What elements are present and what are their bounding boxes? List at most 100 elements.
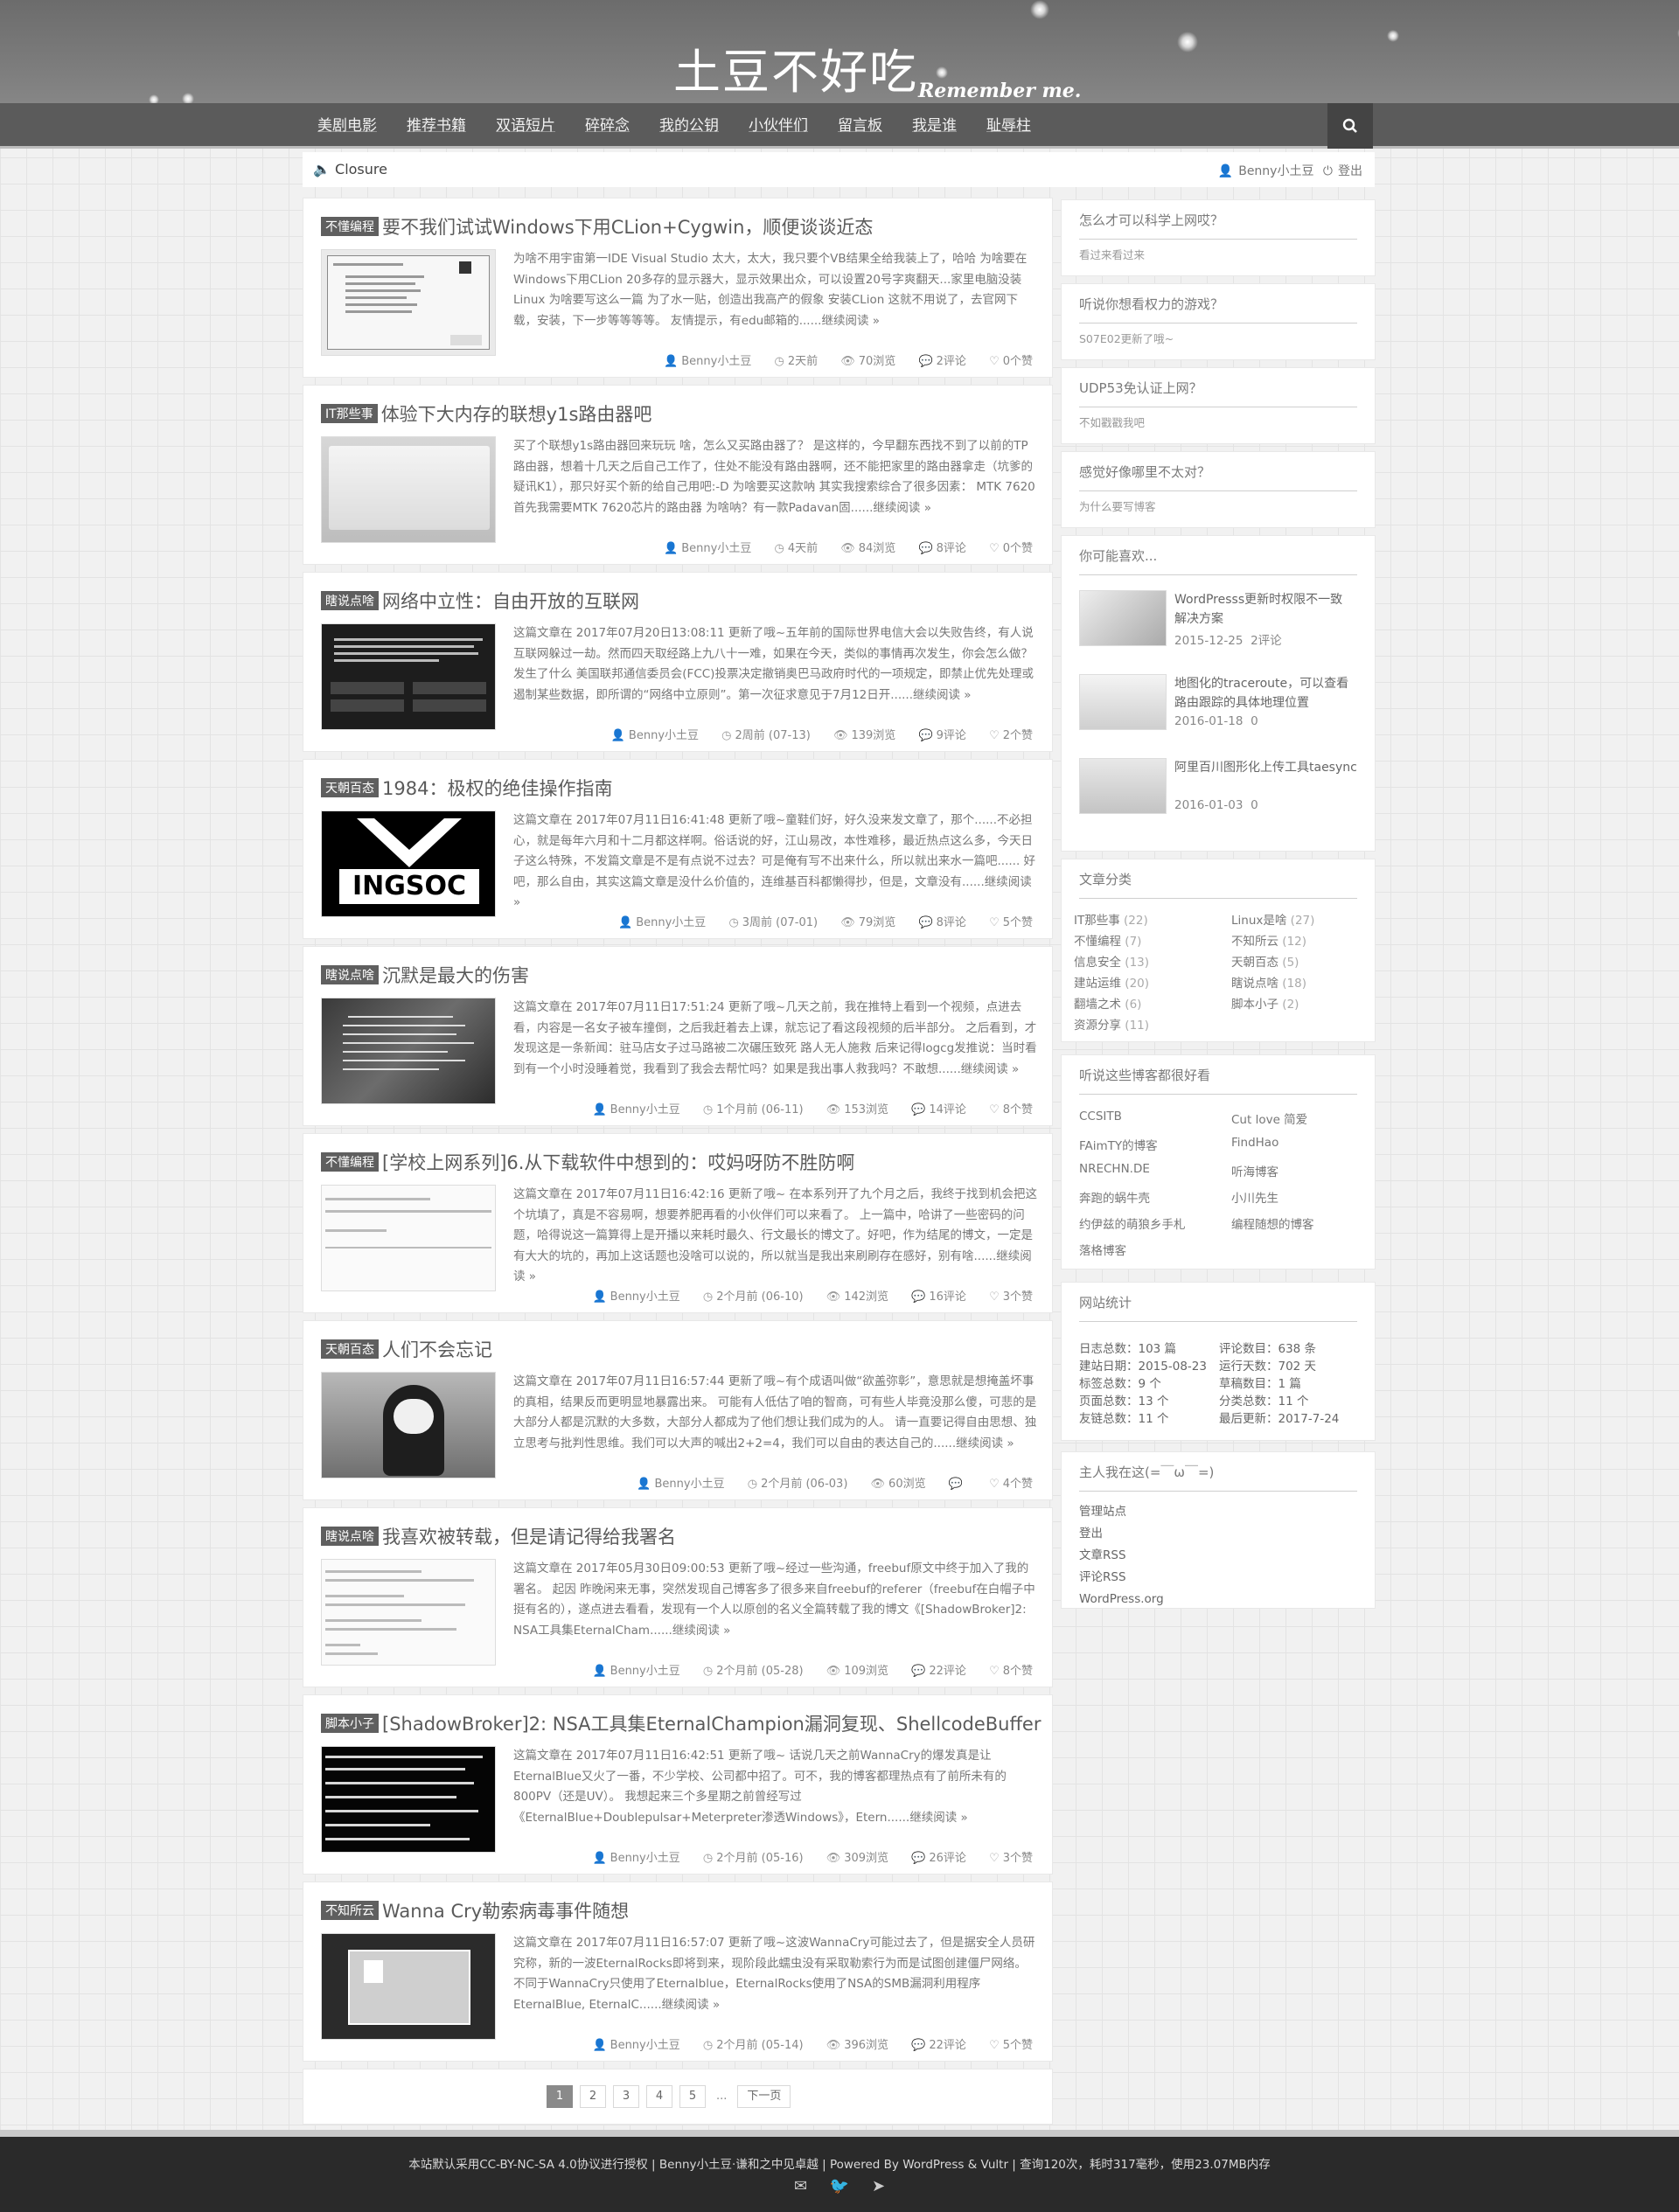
post-comments[interactable]: 💬 16评论 (911, 1290, 966, 1304)
admin-dashboard-link[interactable]: 管理站点 (1079, 1501, 1164, 1523)
category-link[interactable]: 脚本小子 (2) (1231, 994, 1299, 1012)
widget-title[interactable]: 怎么才可以科学上网哎？ (1079, 211, 1223, 229)
post-author[interactable]: 👤 Benny小土豆 (592, 1103, 679, 1116)
post-comments[interactable]: 💬 14评论 (911, 1103, 966, 1116)
post-thumbnail[interactable] (321, 1185, 496, 1291)
popular-post-title[interactable]: WordPresss更新时权限不一致 解决方案 (1174, 590, 1358, 629)
category-link[interactable]: 瞎说点啥 (18) (1231, 973, 1306, 991)
popular-post-thumbnail[interactable] (1079, 674, 1167, 730)
post-likes[interactable]: ♡ 3个赞 (989, 1290, 1033, 1304)
category-badge[interactable]: 瞎说点啥 (321, 591, 379, 610)
blogroll-link[interactable]: 约伊兹的萌狼乡手札 (1079, 1214, 1186, 1232)
post-thumbnail[interactable] (321, 998, 496, 1104)
nav-item-murmurs[interactable]: 碎碎念 (570, 103, 644, 149)
post-author[interactable]: 👤 Benny小土豆 (637, 1478, 724, 1491)
post-title[interactable]: 脚本小子 [ShadowBroker]2: NSA工具集EternalChampi… (321, 1710, 1041, 1736)
post-author[interactable]: 👤 Benny小土豆 (611, 729, 699, 742)
post-likes[interactable]: ♡ 5个赞 (989, 916, 1033, 929)
category-link[interactable]: Linux是啥 (27) (1231, 910, 1314, 928)
post-title-text[interactable]: 体验下大内存的联想y1s路由器吧 (381, 404, 652, 425)
widget-subtitle[interactable]: 看过来看过来 (1079, 246, 1145, 262)
post-title[interactable]: 不懂编程 [学校上网系列]6.从下载软件中想到的：哎妈呀防不胜防啊 (321, 1149, 854, 1175)
blogroll-link[interactable]: NRECHN.DE (1079, 1162, 1150, 1176)
category-link[interactable]: 信息安全 (13) (1074, 952, 1149, 970)
category-badge[interactable]: 不知所云 (321, 1901, 379, 1920)
post-likes[interactable]: ♡ 3个赞 (989, 1852, 1033, 1865)
post-author[interactable]: 👤 Benny小土豆 (592, 1290, 679, 1304)
nav-item-guestbook[interactable]: 留言板 (823, 103, 897, 149)
post-title[interactable]: 天朝百态 1984：极权的绝佳操作指南 (321, 775, 612, 801)
next-page-button[interactable]: 下一页 (737, 2085, 791, 2108)
post-title[interactable]: 天朝百态 人们不会忘记 (321, 1336, 492, 1362)
blogroll-link[interactable]: Cut love 简爱 (1231, 1109, 1307, 1127)
post-thumbnail[interactable]: INGSOC (321, 810, 496, 917)
category-link[interactable]: 翻墙之术 (6) (1074, 994, 1141, 1012)
nav-item-books[interactable]: 推荐书籍 (392, 103, 481, 149)
post-title-text[interactable]: 人们不会忘记 (382, 1339, 492, 1360)
post-thumbnail[interactable] (321, 436, 496, 543)
post-title[interactable]: 不知所云 Wanna Cry勒索病毒事件随想 (321, 1897, 629, 1923)
category-link[interactable]: 天朝百态 (5) (1231, 952, 1299, 970)
twitter-icon[interactable]: 🐦 (830, 2177, 849, 2195)
post-thumbnail[interactable] (321, 1372, 496, 1478)
blogroll-link[interactable]: 小川先生 (1231, 1188, 1278, 1206)
announcement-text[interactable]: Closure (335, 161, 387, 177)
blogroll-link[interactable]: FindHao (1231, 1136, 1278, 1150)
category-link[interactable]: 建站运维 (20) (1074, 973, 1149, 991)
nav-item-shame[interactable]: 耻辱柱 (972, 103, 1046, 149)
popular-post-title[interactable]: 地图化的traceroute，可以查看路由跟踪的具体地理位置 (1174, 674, 1358, 713)
popular-post[interactable]: WordPresss更新时权限不一致 解决方案 2015-12-25 2评论 (1079, 590, 1359, 651)
widget-title[interactable]: 听说你想看权力的游戏？ (1079, 295, 1223, 313)
post-author[interactable]: 👤 Benny小土豆 (618, 916, 706, 929)
post-likes[interactable]: ♡ 5个赞 (989, 2039, 1033, 2052)
category-badge[interactable]: 天朝百态 (321, 778, 379, 797)
post-likes[interactable]: ♡ 0个赞 (989, 542, 1033, 555)
post-thumbnail[interactable] (321, 1746, 496, 1853)
post-title[interactable]: 瞎说点啥 沉默是最大的伤害 (321, 962, 529, 988)
post-title-text[interactable]: [学校上网系列]6.从下载软件中想到的：哎妈呀防不胜防啊 (382, 1152, 854, 1173)
category-badge[interactable]: IT那些事 (321, 404, 378, 423)
nav-item-bilingual-shorts[interactable]: 双语短片 (481, 103, 570, 149)
admin-logout-link[interactable]: 登出 (1079, 1523, 1164, 1545)
comments-rss-link[interactable]: 评论RSS (1079, 1567, 1164, 1589)
post-title-text[interactable]: 1984：极权的绝佳操作指南 (382, 778, 612, 799)
post-thumbnail[interactable] (321, 1559, 496, 1666)
category-badge[interactable]: 不懂编程 (321, 1152, 379, 1172)
post-author[interactable]: 👤 Benny小土豆 (664, 355, 751, 368)
post-author[interactable]: 👤 Benny小土豆 (592, 2039, 679, 2052)
nav-item-public-key[interactable]: 我的公钥 (644, 103, 734, 149)
category-link[interactable]: 不知所云 (12) (1231, 931, 1306, 949)
post-likes[interactable]: ♡ 4个赞 (989, 1478, 1033, 1491)
nav-item-friends[interactable]: 小伙伴们 (734, 103, 823, 149)
post-comments[interactable]: 💬 26评论 (911, 1852, 966, 1865)
blogroll-link[interactable]: 编程随想的博客 (1231, 1214, 1314, 1232)
post-comments[interactable]: 💬 9评论 (918, 729, 965, 742)
category-link[interactable]: IT那些事 (22) (1074, 910, 1148, 928)
post-likes[interactable]: ♡ 0个赞 (989, 355, 1033, 368)
post-author[interactable]: 👤 Benny小土豆 (664, 542, 751, 555)
widget-subtitle[interactable]: S07E02更新了哦~ (1079, 330, 1174, 346)
post-comments[interactable]: 💬 2评论 (918, 355, 965, 368)
post-comments[interactable]: 💬 22评论 (911, 1665, 966, 1678)
post-title-text[interactable]: 我喜欢被转载，但是请记得给我署名 (382, 1527, 676, 1548)
category-badge[interactable]: 不懂编程 (321, 217, 379, 236)
popular-post[interactable]: 阿里百川图形化上传工具taesync 2016-01-03 0 (1079, 758, 1359, 819)
post-title[interactable]: 瞎说点啥 网络中立性：自由开放的互联网 (321, 588, 639, 614)
post-thumbnail[interactable] (321, 249, 496, 356)
blogroll-link[interactable]: 奔跑的蜗牛壳 (1079, 1188, 1150, 1206)
telegram-icon[interactable]: ➤ (872, 2177, 885, 2195)
site-title[interactable]: 土豆不好吃Remember me. (673, 33, 1111, 102)
username[interactable]: Benny小土豆 (1238, 164, 1313, 178)
category-badge[interactable]: 天朝百态 (321, 1339, 379, 1359)
page-4[interactable]: 4 (646, 2085, 672, 2108)
post-likes[interactable]: ♡ 2个赞 (989, 729, 1033, 742)
popular-post[interactable]: 地图化的traceroute，可以查看路由跟踪的具体地理位置 2016-01-1… (1079, 674, 1359, 735)
post-title[interactable]: 不懂编程 要不我们试试Windows下用CLion+Cygwin，顺便谈谈近态 (321, 213, 873, 240)
post-author[interactable]: 👤 Benny小土豆 (592, 1852, 679, 1865)
popular-post-thumbnail[interactable] (1079, 758, 1167, 814)
post-title[interactable]: IT那些事 体验下大内存的联想y1s路由器吧 (321, 400, 651, 427)
post-thumbnail[interactable] (321, 1933, 496, 2040)
post-title-text[interactable]: 沉默是最大的伤害 (382, 965, 529, 986)
category-badge[interactable]: 瞎说点啥 (321, 965, 379, 984)
page-2[interactable]: 2 (580, 2085, 606, 2108)
